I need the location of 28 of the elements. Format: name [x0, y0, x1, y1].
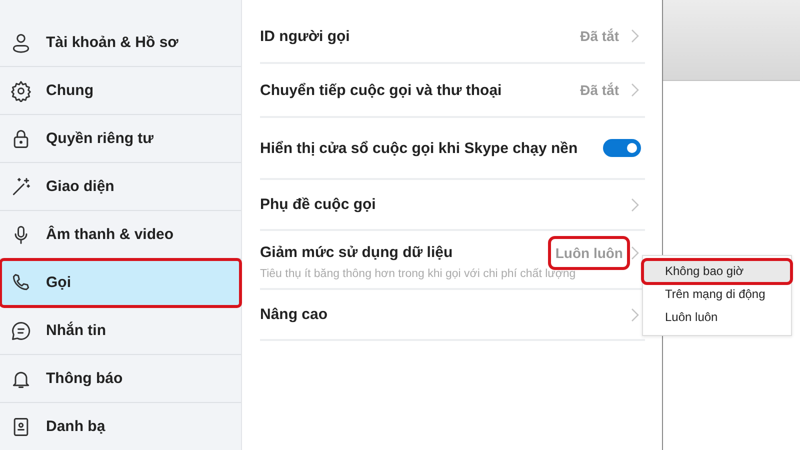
- setting-label: ID người gọi: [260, 28, 351, 44]
- setting-label: Hiển thị cửa sổ cuộc gọi khi Skype chạy nền: [260, 140, 579, 156]
- sidebar-item[interactable]: Danh bạ: [0, 403, 241, 450]
- chat-bubble-icon: [10, 320, 32, 342]
- sidebar-item[interactable]: Gọi: [0, 259, 241, 307]
- menu-option[interactable]: Luôn luôn: [643, 306, 791, 329]
- setting-label: Nâng cao: [260, 306, 329, 323]
- sidebar-item[interactable]: Tài khoản & Hồ sơ: [0, 19, 241, 67]
- person-icon: [10, 32, 32, 54]
- setting-label: Phụ đề cuộc gọi: [260, 196, 377, 213]
- setting-label: Giảm mức sử dụng dữ liệu: [260, 244, 454, 261]
- chevron-icon[interactable]: [631, 83, 639, 97]
- sidebar-item[interactable]: Nhắn tin: [0, 307, 241, 355]
- menu-option[interactable]: Không bao giờ: [643, 260, 791, 283]
- setting-label: Chuyển tiếp cuộc gọi và thư thoại: [260, 82, 503, 98]
- settings-icon: [10, 80, 32, 102]
- toggle-switch[interactable]: [603, 139, 641, 157]
- setting-description: Tiêu thụ ít băng thông hơn trong khi gọi với chi phí chất lượng: [260, 268, 577, 280]
- menu-option[interactable]: Trên mạng di động: [643, 283, 791, 306]
- sidebar-item[interactable]: Thông báo: [0, 355, 241, 403]
- magic-wand-icon: [10, 176, 32, 198]
- sidebar-item[interactable]: Quyền riêng tư: [0, 115, 241, 163]
- sidebar-item[interactable]: Giao diện: [0, 163, 241, 211]
- chevron-icon[interactable]: [631, 246, 639, 260]
- sidebar-item[interactable]: Chung: [0, 67, 241, 115]
- chevron-icon[interactable]: [631, 198, 639, 212]
- chevron-icon[interactable]: [631, 29, 639, 43]
- chevron-icon[interactable]: [631, 308, 639, 322]
